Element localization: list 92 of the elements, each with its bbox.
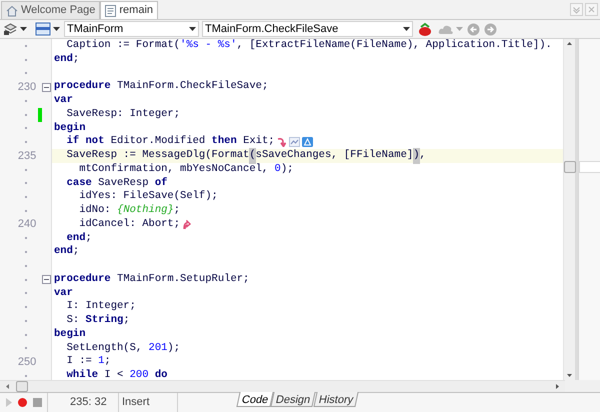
code-text: , [ExtractFileName(FileName), Application.Title]). — [236, 39, 552, 53]
scroll-thumb[interactable] — [16, 381, 28, 392]
horizontal-scrollbar[interactable] — [0, 380, 565, 392]
code-text: ; — [104, 354, 111, 370]
code-keyword: var — [54, 93, 73, 108]
code-text: S: — [66, 313, 80, 328]
code-keyword: while — [66, 368, 98, 380]
cursor-position: 235: 32 — [70, 395, 108, 410]
code-text: ; — [123, 313, 130, 328]
code-keyword: case — [66, 176, 92, 190]
document-tab[interactable]: remain — [100, 1, 158, 19]
code-text: SaveResp — [97, 176, 150, 190]
caret-icon[interactable] — [53, 26, 60, 32]
document-icon — [105, 4, 116, 16]
code-text: ; — [174, 203, 180, 218]
panel-handle[interactable] — [579, 161, 600, 173]
scroll-down-icon[interactable] — [567, 374, 572, 377]
code-text: idYes: FileSave(Self); — [78, 189, 218, 204]
code-text: SaveResp: Integer; — [66, 106, 180, 122]
code-text: TMainForm.CheckFileSave; — [116, 79, 268, 94]
code-text: , — [420, 148, 426, 163]
edit-mode: Insert — [122, 395, 151, 410]
code-keyword: end — [66, 230, 86, 245]
code-keyword: begin — [54, 120, 86, 135]
code-text: mtConfirmation, mbYesNoCancel, — [78, 162, 270, 177]
caret-icon[interactable] — [20, 26, 27, 32]
code-text: Exit; — [242, 134, 275, 149]
code-text: ); — [167, 340, 180, 356]
code-text: SetLength(S, — [66, 340, 144, 356]
code-number: 201 — [148, 340, 168, 356]
method-combo[interactable]: TMainForm.CheckFileSave — [202, 21, 413, 37]
line-number: 250 — [18, 354, 36, 370]
vertical-scrollbar[interactable] — [563, 39, 575, 380]
window-icon[interactable] — [35, 22, 51, 36]
scroll-right-icon[interactable] — [556, 384, 559, 389]
matched-bracket: ( — [249, 148, 256, 164]
code-text: TMainForm.SetupRuler; — [116, 272, 250, 287]
code-number: 0 — [274, 162, 281, 177]
code-keyword: do — [154, 368, 168, 380]
line-number: 230 — [18, 80, 36, 95]
view-tab[interactable]: History — [312, 392, 358, 407]
modified-marker — [38, 108, 42, 122]
matched-bracket: ) — [413, 148, 420, 164]
code-keyword: end — [54, 244, 73, 260]
code-keyword: begin — [54, 326, 86, 342]
code-keyword: then — [212, 134, 237, 149]
code-number: 1 — [98, 354, 104, 370]
view-tab[interactable]: Code — [236, 392, 274, 407]
code-number: 200 — [130, 368, 149, 380]
class-combo[interactable]: TMainForm — [64, 21, 199, 37]
triangle-icon — [302, 137, 313, 148]
code-keyword: String — [86, 313, 124, 328]
code-text: ); — [280, 162, 294, 177]
code-keyword: of — [154, 176, 168, 190]
code-string: '%s - %s' — [180, 39, 237, 53]
house-icon — [6, 4, 18, 16]
code-keyword: end — [54, 52, 73, 67]
scroll-up-icon[interactable] — [567, 42, 572, 45]
code-text: SaveResp := MessageDlg(Format — [66, 148, 250, 163]
scroll-thumb[interactable] — [564, 161, 576, 173]
code-text: idNo: — [78, 203, 112, 218]
line-number: 235 — [18, 148, 36, 164]
caret-icon — [189, 26, 196, 32]
document-tab[interactable]: Welcome Page — [1, 1, 100, 19]
fold-toggle-icon[interactable] — [42, 82, 51, 92]
code-text: I < — [103, 368, 124, 380]
caret-icon — [403, 26, 410, 32]
scroll-left-icon[interactable] — [6, 384, 9, 389]
code-text: Editor.Modified — [110, 134, 206, 149]
code-text: sSaveChanges, [FFileName] — [256, 148, 414, 163]
code-text: ; — [72, 52, 80, 67]
code-comment: {Nothing} — [117, 203, 174, 218]
line-number: 240 — [18, 217, 36, 232]
record-indicator[interactable] — [18, 398, 27, 407]
code-keyword: var — [54, 286, 73, 300]
fold-toggle-icon[interactable] — [42, 275, 51, 284]
code-keyword: if not — [66, 134, 104, 150]
code-keyword: procedure — [54, 272, 111, 287]
code-text: I: Integer; — [66, 299, 136, 314]
code-text: ; — [86, 230, 92, 246]
code-text: idCancel: Abort; — [78, 216, 180, 232]
back-icon[interactable] — [467, 22, 480, 36]
code-keyword: procedure — [54, 79, 111, 94]
code-text: I := — [66, 354, 93, 369]
fruit-icon[interactable] — [417, 22, 433, 36]
code-editor[interactable] — [52, 39, 563, 380]
forward-icon[interactable] — [484, 22, 497, 36]
layers-icon[interactable] — [3, 22, 18, 36]
code-text: Caption := Format( — [66, 39, 180, 53]
chart-icon — [288, 137, 300, 148]
view-tab[interactable]: Design — [270, 392, 316, 407]
code-text: ; — [72, 244, 80, 260]
